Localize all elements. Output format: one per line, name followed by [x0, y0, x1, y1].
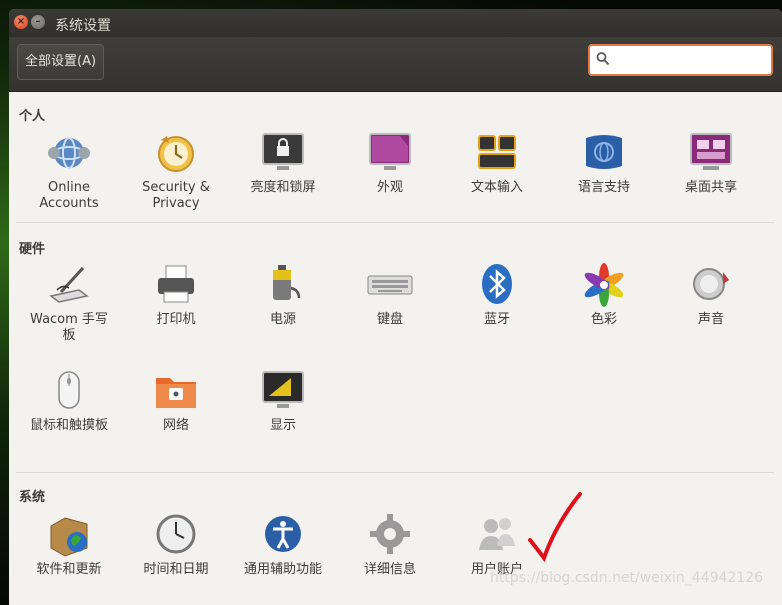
- item-power[interactable]: 电源: [230, 262, 336, 328]
- red-checkmark-annotation: [528, 492, 582, 563]
- watermark: https://blog.csdn.net/weixin_44942126: [490, 570, 764, 586]
- sound-icon: [693, 268, 729, 300]
- item-text-entry[interactable]: 文本输入: [444, 130, 550, 196]
- section-divider: [16, 222, 774, 223]
- mouse-touchpad-icon: [58, 371, 80, 409]
- item-time-date[interactable]: 时间和日期: [123, 512, 229, 578]
- item-label: Wacom 手写 板: [30, 312, 108, 343]
- item-label: 通用辅助功能: [243, 562, 322, 577]
- item-keyboard[interactable]: 键盘: [337, 262, 443, 328]
- section-title-personal: 个人: [19, 109, 46, 124]
- item-label: 网络: [162, 418, 189, 433]
- bluetooth-icon: [482, 264, 512, 304]
- item-sound[interactable]: 声音: [658, 262, 764, 328]
- item-label: 语言支持: [577, 180, 630, 195]
- text-entry-icon: [478, 135, 516, 169]
- window-title: 系统设置: [55, 18, 111, 34]
- settings-content: 个人 Online Accounts Security & Privacy 亮度…: [9, 92, 782, 605]
- item-desktop-sharing[interactable]: 桌面共享: [658, 130, 764, 196]
- item-label: 蓝牙: [483, 312, 510, 327]
- user-accounts-icon: [479, 518, 515, 550]
- item-bluetooth[interactable]: 蓝牙: [444, 262, 550, 328]
- item-label: 显示: [269, 418, 296, 433]
- desktop-sharing-icon: [690, 133, 732, 170]
- time-date-icon: [156, 514, 196, 554]
- item-language-support[interactable]: 语言支持: [551, 130, 657, 196]
- search-box[interactable]: [588, 44, 773, 76]
- toolbar: 全部设置(A): [9, 37, 782, 92]
- item-label: Security & Privacy: [142, 180, 210, 211]
- item-printer[interactable]: 打印机: [123, 262, 229, 328]
- keyboard-icon: [367, 275, 413, 295]
- all-settings-button[interactable]: 全部设置(A): [17, 44, 105, 80]
- details-icon: [370, 514, 410, 554]
- item-accessibility[interactable]: 通用辅助功能: [230, 512, 336, 578]
- software-updates-icon: [50, 517, 88, 557]
- item-label: 外观: [376, 180, 403, 195]
- item-label: Online Accounts: [39, 180, 99, 211]
- online-accounts-icon: [48, 137, 90, 169]
- item-label: 打印机: [156, 312, 196, 327]
- power-icon: [273, 265, 301, 300]
- printer-icon: [158, 265, 194, 303]
- appearance-icon: [369, 133, 411, 170]
- network-icon: [156, 378, 196, 408]
- search-input[interactable]: [612, 50, 766, 72]
- wacom-tablet-icon: [49, 266, 89, 303]
- item-label: 文本输入: [470, 180, 523, 195]
- item-label: 电源: [269, 312, 296, 327]
- section-divider: [16, 472, 774, 473]
- item-wacom-tablet[interactable]: Wacom 手写 板: [16, 262, 122, 344]
- title-bar: × – 系统设置: [9, 9, 782, 37]
- item-network[interactable]: 网络: [123, 368, 229, 434]
- item-online-accounts[interactable]: Online Accounts: [16, 130, 122, 212]
- item-software-updates[interactable]: 软件和更新: [16, 512, 122, 578]
- item-label: 亮度和锁屏: [250, 180, 316, 195]
- item-label: 键盘: [376, 312, 403, 327]
- item-display[interactable]: 显示: [230, 368, 336, 434]
- accessibility-icon: [265, 516, 301, 552]
- section-title-system: 系统: [19, 490, 46, 505]
- brightness-lock-icon: [262, 133, 304, 170]
- item-appearance[interactable]: 外观: [337, 130, 443, 196]
- item-label: 软件和更新: [36, 562, 102, 577]
- item-label: 色彩: [590, 312, 617, 327]
- item-label: 鼠标和触摸板: [29, 418, 108, 433]
- section-title-hardware: 硬件: [19, 242, 46, 257]
- search-icon: [596, 51, 610, 71]
- item-color[interactable]: 色彩: [551, 262, 657, 328]
- item-label: 桌面共享: [684, 180, 737, 195]
- item-security-privacy[interactable]: Security & Privacy: [123, 130, 229, 212]
- minimize-window-button[interactable]: –: [31, 15, 45, 29]
- language-support-icon: [586, 135, 622, 169]
- item-label: 声音: [697, 312, 724, 327]
- system-settings-window: × – 系统设置 全部设置(A) 个人 Online Accounts Secu…: [9, 9, 782, 605]
- close-window-button[interactable]: ×: [14, 15, 28, 29]
- item-brightness-lock[interactable]: 亮度和锁屏: [230, 130, 336, 196]
- display-icon: [262, 371, 304, 408]
- security-privacy-icon: [158, 136, 194, 172]
- item-details[interactable]: 详细信息: [337, 512, 443, 578]
- item-label: 时间和日期: [143, 562, 209, 577]
- item-mouse-touchpad[interactable]: 鼠标和触摸板: [16, 368, 122, 434]
- item-label: 详细信息: [363, 562, 416, 577]
- color-icon: [584, 263, 624, 307]
